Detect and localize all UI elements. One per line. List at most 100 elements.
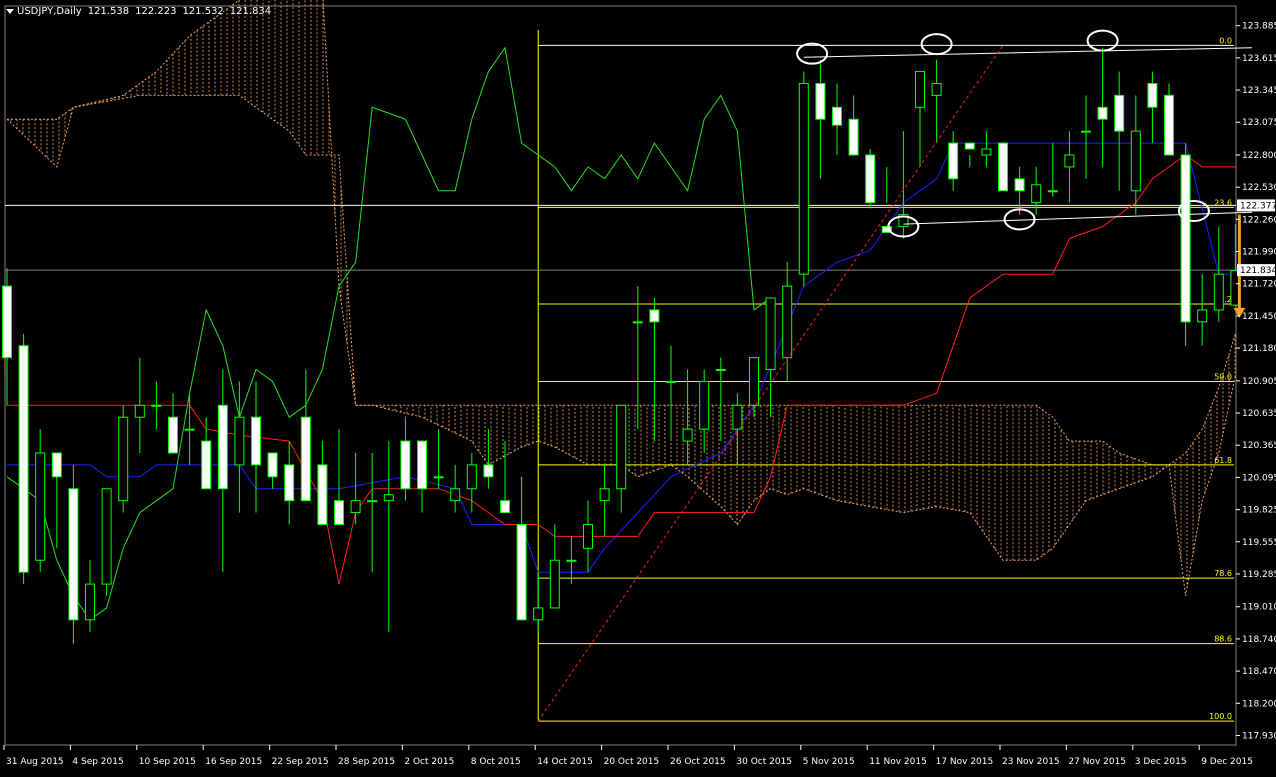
- candle-body: [168, 416, 178, 454]
- candle-body: [483, 464, 494, 478]
- candle-body: [184, 428, 195, 431]
- cloud-hatch: [4, 0, 1236, 588]
- candle-body: [848, 118, 859, 156]
- candle-body: [101, 488, 112, 585]
- highlight-circle: [920, 33, 953, 56]
- candle-body: [51, 452, 62, 478]
- candle-body: [134, 404, 145, 418]
- fib-level-label: 88.6: [1214, 635, 1232, 644]
- x-tick-label: 5 Nov 2015: [803, 757, 855, 767]
- price-chart[interactable]: 0.023.638.250.061.878.688.6100.0123.8851…: [0, 0, 1276, 773]
- x-tick-label: 2 Oct 2015: [404, 757, 454, 767]
- candle-body: [417, 440, 427, 490]
- candle-body: [317, 464, 328, 525]
- candle-body: [931, 82, 942, 96]
- candle-body: [1147, 82, 1158, 108]
- y-tick-label: 120.635: [1242, 409, 1276, 419]
- highlight-circle: [796, 42, 829, 65]
- x-tick-label: 14 Oct 2015: [537, 757, 593, 767]
- candle-body: [267, 452, 278, 478]
- y-tick-label: 119.010: [1242, 603, 1276, 613]
- y-tick-label: 117.930: [1242, 731, 1276, 741]
- candle-body: [632, 321, 643, 324]
- trend-line: [903, 211, 1253, 225]
- high-value: 122.223: [135, 6, 177, 17]
- candle-body: [583, 523, 593, 549]
- x-tick-label: 9 Dec 2015: [1201, 757, 1253, 767]
- candle-body: [68, 488, 79, 621]
- candle-body: [715, 369, 726, 372]
- candle-body: [85, 583, 95, 621]
- x-tick-label: 11 Nov 2015: [869, 757, 927, 767]
- y-tick-label: 118.200: [1242, 699, 1276, 709]
- candle-body: [284, 464, 295, 502]
- candle-body: [1197, 309, 1208, 323]
- x-tick-label: 16 Sep 2015: [205, 757, 262, 767]
- candle-body: [35, 452, 46, 561]
- candle-body: [948, 142, 959, 180]
- candle-body: [18, 345, 29, 573]
- candle-body: [433, 476, 444, 479]
- candle-body: [234, 416, 245, 466]
- candle-body: [533, 607, 544, 621]
- y-tick-label: 123.615: [1242, 54, 1276, 64]
- candle-body: [765, 297, 776, 371]
- candle-body: [566, 559, 577, 562]
- y-tick-label: 121.180: [1242, 344, 1276, 354]
- price-label-text: 122.377: [1240, 201, 1276, 211]
- candle-body: [732, 404, 743, 430]
- y-tick-label: 119.825: [1242, 506, 1276, 516]
- candle-body: [782, 285, 793, 359]
- candle-body: [466, 464, 477, 490]
- fib-level-label: 78.6: [1214, 569, 1232, 578]
- fib-level-label: 61.8: [1214, 456, 1232, 465]
- fib-level-label: 23.6: [1214, 198, 1232, 207]
- candle-body: [981, 148, 992, 156]
- fib-level-label: 100.0: [1209, 712, 1232, 721]
- x-tick-label: 26 Oct 2015: [670, 757, 726, 767]
- candle-body: [1097, 106, 1108, 120]
- dropdown-triangle-icon[interactable]: [6, 8, 14, 14]
- candle-body: [383, 494, 394, 502]
- candle-body: [599, 488, 610, 502]
- x-tick-label: 28 Sep 2015: [338, 757, 395, 767]
- plot-frame: [4, 5, 1237, 746]
- y-tick-label: 122.260: [1242, 215, 1276, 225]
- candle-body: [1064, 154, 1075, 168]
- y-tick-label: 118.470: [1242, 667, 1276, 677]
- y-tick-label: 120.095: [1242, 473, 1276, 483]
- close-value: 121.834: [229, 6, 272, 17]
- y-tick-label: 118.740: [1242, 635, 1276, 645]
- candle-body: [300, 416, 311, 502]
- y-tick-label: 119.285: [1242, 570, 1276, 580]
- candle-body: [666, 380, 676, 383]
- candle-body: [1180, 154, 1191, 323]
- highlight-circle: [1086, 29, 1119, 52]
- y-tick-label: 122.530: [1242, 183, 1276, 193]
- open-value: 121.538: [87, 6, 130, 17]
- candle-body: [699, 380, 710, 430]
- symbol-label: USDJPY,Daily: [17, 6, 82, 17]
- candle-body: [915, 71, 925, 108]
- y-tick-label: 122.800: [1242, 151, 1276, 161]
- trend-line: [537, 45, 1004, 722]
- candle-body: [118, 416, 129, 502]
- x-tick-label: 22 Sep 2015: [272, 757, 329, 767]
- candle-body: [1164, 94, 1174, 156]
- candle-body: [1130, 130, 1141, 192]
- candle-body: [1213, 273, 1224, 311]
- x-tick-label: 31 Aug 2015: [6, 757, 64, 767]
- candle-body: [151, 404, 162, 407]
- x-tick-label: 27 Nov 2015: [1068, 757, 1126, 767]
- y-tick-label: 121.720: [1242, 280, 1276, 290]
- candle-body: [649, 309, 660, 323]
- candle-body: [998, 142, 1008, 192]
- candle-body: [865, 154, 876, 204]
- x-tick-label: 30 Oct 2015: [736, 757, 792, 767]
- fib-level-label: 50.0: [1214, 372, 1232, 381]
- x-tick-label: 3 Dec 2015: [1135, 757, 1187, 767]
- candle-body: [1081, 130, 1091, 133]
- candle-body: [682, 428, 693, 442]
- candle-body: [1031, 184, 1042, 204]
- chart-canvas[interactable]: 0.023.638.250.061.878.688.6100.0123.8851…: [0, 0, 1276, 773]
